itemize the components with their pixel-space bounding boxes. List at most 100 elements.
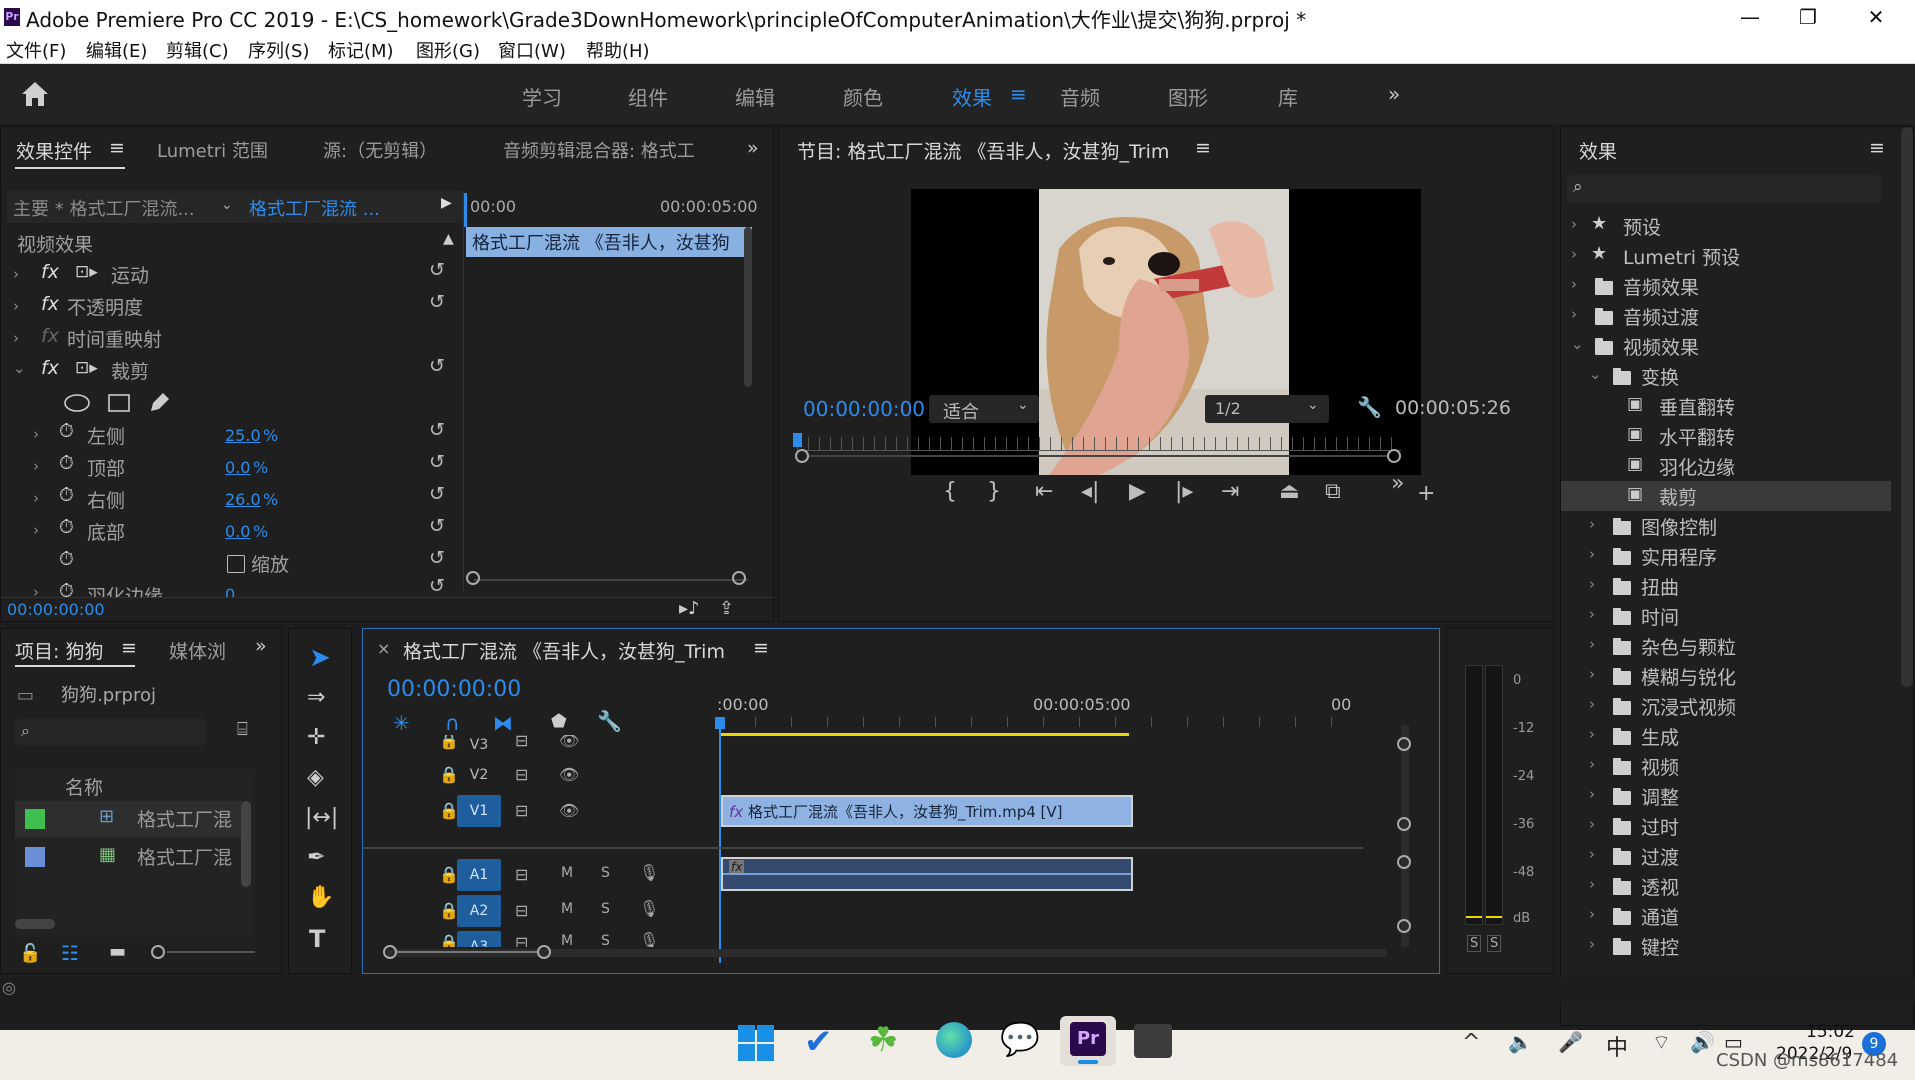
collapse-icon[interactable]: ⌄ [1589, 365, 1602, 383]
background-task-icon[interactable]: ◎ [2, 978, 16, 997]
nest-toggle-icon[interactable]: ✳ [393, 711, 410, 735]
chevron-up-icon[interactable]: ^ [1462, 1030, 1480, 1055]
stopwatch-icon[interactable]: ⏱ [59, 516, 74, 538]
workspace-learn[interactable]: 学习 [522, 82, 562, 111]
expand-icon[interactable]: › [1571, 215, 1577, 233]
effects-tree-item[interactable]: › 过渡 [1561, 841, 1891, 871]
find-icon[interactable]: ⌸ [237, 719, 248, 740]
sync-lock-icon[interactable]: ⊟ [515, 735, 528, 750]
icon-view-icon[interactable]: ▬ [109, 941, 126, 962]
project-item-sequence[interactable]: ⊞ 格式工厂混 [15, 801, 241, 837]
program-timecode[interactable]: 00:00:00:00 [803, 397, 925, 421]
expand-icon[interactable]: › [33, 521, 39, 539]
solo-button[interactable]: S [601, 901, 610, 917]
type-tool-icon[interactable]: T [309, 925, 325, 953]
tab-lumetri-scopes[interactable]: Lumetri 范围 [157, 137, 268, 163]
effects-tree-item[interactable]: › ★ 预设 [1561, 211, 1891, 241]
tab-audio-clip-mixer[interactable]: 音频剪辑混合器: 格式工 [503, 137, 695, 163]
tab-media-browser[interactable]: 媒体浏 [169, 637, 226, 664]
param-value[interactable]: 26.0 [225, 490, 261, 509]
collapse-icon[interactable]: ⌄ [13, 359, 26, 377]
track-v2[interactable]: 🔒 V2 ⊟ 👁 [363, 759, 1363, 793]
reset-icon[interactable]: ↺ [429, 483, 445, 505]
program-monitor-title[interactable]: 节目: 格式工厂混流 《吾非人，汝甚狗_Trim [797, 137, 1169, 164]
scroll-handle[interactable] [1397, 817, 1411, 831]
stopwatch-icon[interactable]: ⏱ [59, 420, 74, 442]
scroll-handle[interactable] [1397, 919, 1411, 933]
expand-icon[interactable]: › [1589, 605, 1595, 623]
zoom-handle-right[interactable] [732, 571, 746, 585]
menu-graphics[interactable]: 图形(G) [416, 37, 480, 63]
solo-left-button[interactable]: S [1467, 935, 1482, 952]
lock-icon[interactable]: 🔒 [439, 933, 459, 947]
param-value[interactable]: 0 [225, 585, 235, 597]
eye-icon[interactable]: 👁 [559, 735, 579, 750]
scroll-up-icon[interactable]: ▲ [443, 231, 454, 247]
workspace-editing[interactable]: 编辑 [735, 82, 775, 111]
effects-tree-item[interactable]: ▣ 裁剪 [1561, 481, 1891, 511]
sync-lock-icon[interactable]: ⊟ [515, 865, 528, 884]
video-clip[interactable]: fx 格式工厂混流《吾非人，汝甚狗_Trim.mp4 [V] [721, 795, 1133, 827]
solo-button[interactable]: S [601, 933, 610, 947]
hscroll-handle-left[interactable] [383, 945, 397, 959]
panel-menu-icon[interactable]: ≡ [121, 637, 137, 659]
workspace-assembly[interactable]: 组件 [628, 82, 668, 111]
spacedesk-icon[interactable] [1134, 1024, 1172, 1058]
track-label[interactable]: V3 [457, 735, 501, 757]
fx-icon[interactable]: fx [41, 293, 59, 315]
lock-icon[interactable]: 🔒 [439, 765, 459, 784]
pen-mask-icon[interactable] [147, 391, 171, 415]
mark-out-icon[interactable]: } [987, 479, 1001, 504]
step-forward-icon[interactable]: |▸ [1175, 479, 1193, 504]
playhead[interactable] [464, 193, 467, 227]
effects-tree-item[interactable]: › 生成 [1561, 721, 1891, 751]
extract-icon[interactable]: ⧉ [1325, 479, 1341, 504]
eye-icon[interactable]: 👁 [559, 801, 579, 820]
effects-scrollbar[interactable] [1901, 127, 1913, 687]
tab-effect-controls[interactable]: 效果控件 [16, 137, 92, 164]
expand-icon[interactable]: › [1589, 575, 1595, 593]
wrench-icon[interactable]: 🔧 [1357, 395, 1382, 419]
expand-icon[interactable]: › [1589, 665, 1595, 683]
microphone-icon[interactable]: 🎙 [639, 863, 659, 882]
fx-icon[interactable]: fx [41, 357, 59, 379]
effects-tree-item[interactable]: › 杂色与颗粒 [1561, 631, 1891, 661]
effects-tree-item[interactable]: › 实用程序 [1561, 541, 1891, 571]
expand-icon[interactable]: › [13, 297, 19, 315]
premiere-taskbar-button[interactable]: Pr [1060, 1016, 1116, 1066]
export-frame-icon[interactable]: ⇪ [719, 598, 734, 619]
workspace-graphics[interactable]: 图形 [1168, 82, 1208, 111]
sync-lock-icon[interactable]: ⊟ [515, 765, 528, 784]
expand-icon[interactable]: › [1589, 845, 1595, 863]
effects-tree-item[interactable]: › 透视 [1561, 871, 1891, 901]
effects-tree-item[interactable]: ⌄ 变换 [1561, 361, 1891, 391]
effects-panel-title[interactable]: 效果 [1579, 137, 1617, 164]
expand-icon[interactable]: › [33, 425, 39, 443]
expand-icon[interactable]: › [33, 583, 39, 597]
zoom-slider-handle[interactable] [151, 945, 165, 959]
home-icon[interactable] [20, 80, 50, 108]
hand-tool-icon[interactable]: ✋ [307, 885, 334, 910]
mute-button[interactable]: M [561, 901, 573, 917]
panel-overflow-icon[interactable]: » [255, 635, 267, 657]
eye-icon[interactable]: 👁 [559, 765, 579, 784]
collapse-icon[interactable]: ⌄ [1571, 335, 1584, 353]
resolution-dropdown[interactable]: 1/2 ⌄ [1205, 395, 1329, 423]
todo-app-icon[interactable]: ✔ [804, 1022, 833, 1062]
windows-start-icon[interactable] [738, 1025, 774, 1061]
menu-sequence[interactable]: 序列(S) [248, 37, 309, 63]
expand-icon[interactable]: › [1589, 815, 1595, 833]
menu-file[interactable]: 文件(F) [6, 37, 66, 63]
zoom-handle-left[interactable] [466, 571, 480, 585]
param-value[interactable]: 25.0 [225, 426, 261, 445]
zoom-handle-left[interactable] [795, 449, 809, 463]
mark-in-icon[interactable]: { [943, 479, 957, 504]
zoom-handle-right[interactable] [1387, 449, 1401, 463]
track-select-tool-icon[interactable]: ⇒ [307, 685, 325, 710]
track-label[interactable]: V2 [457, 759, 501, 791]
play-audio-icon[interactable]: ▸♪ [679, 598, 700, 619]
project-search-input[interactable]: ⌕ [15, 719, 207, 745]
track-a1[interactable]: 🔒 A1 ⊟ M S 🎙 fx [363, 857, 1363, 893]
menu-window[interactable]: 窗口(W) [498, 37, 566, 63]
param-value[interactable]: 0.0 [225, 522, 250, 541]
